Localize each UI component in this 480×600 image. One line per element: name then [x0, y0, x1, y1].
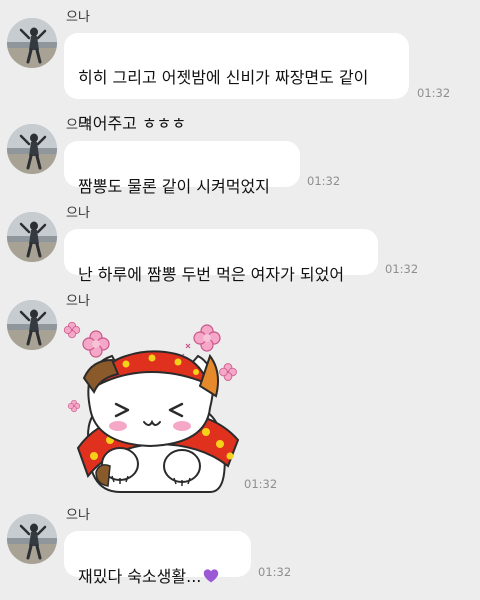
avatar[interactable] [7, 212, 57, 262]
message-bubble[interactable]: 난 하루에 짬뽕 두번 먹은 여자가 되었어 [64, 229, 378, 284]
message-text: 먹어주고 ㅎㅎㅎ [78, 114, 187, 133]
avatar[interactable] [7, 300, 57, 350]
message-time: 01:32 [417, 86, 451, 100]
sender-name: 으나 [66, 206, 90, 221]
cat-sticker[interactable] [60, 316, 250, 494]
message-text: 짬뽕도 물론 같이 시켜먹었지 [78, 177, 270, 196]
message-time: 01:32 [385, 262, 419, 276]
avatar-photo [7, 212, 57, 262]
cat-sticker-image [63, 321, 240, 493]
message-text: 히히 그리고 어젯밤에 신비가 짜장면도 같이 [78, 68, 369, 87]
message-bubble[interactable]: 히히 그리고 어젯밤에 신비가 짜장면도 같이 먹어주고 ㅎㅎㅎ [64, 33, 409, 133]
avatar-photo [7, 300, 57, 350]
message-time: 01:32 [307, 174, 341, 188]
avatar[interactable] [7, 514, 57, 564]
message-text: 재밌다 숙소생활... [78, 567, 202, 586]
message-time: 01:32 [258, 565, 292, 579]
avatar[interactable] [7, 18, 57, 68]
message-bubble[interactable]: 짬뽕도 물론 같이 시켜먹었지 [64, 141, 300, 196]
avatar-photo [7, 18, 57, 68]
sender-name: 으나 [66, 294, 90, 309]
avatar[interactable] [7, 124, 57, 174]
message-text: 난 하루에 짬뽕 두번 먹은 여자가 되었어 [78, 265, 345, 284]
sender-name: 으나 [66, 10, 90, 25]
message-bubble[interactable]: 재밌다 숙소생활... [64, 531, 251, 586]
avatar-photo [7, 124, 57, 174]
purple-heart-icon [204, 569, 219, 583]
sender-name: 으나 [66, 118, 90, 133]
avatar-photo [7, 514, 57, 564]
message-time: 01:32 [244, 477, 278, 491]
sender-name: 으나 [66, 508, 90, 523]
